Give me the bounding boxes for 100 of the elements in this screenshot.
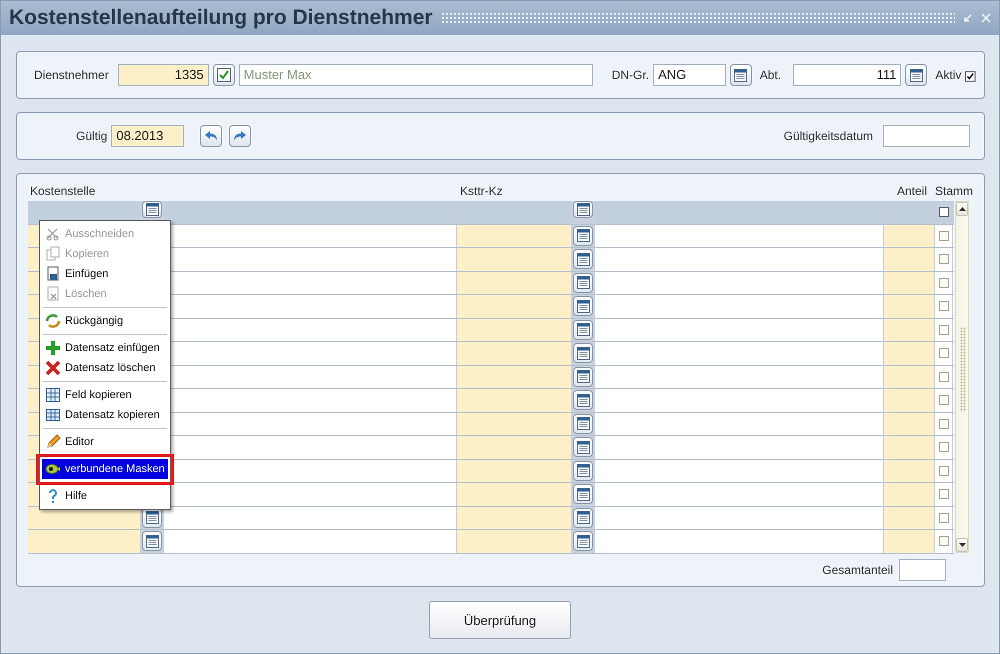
checkbox[interactable] (938, 230, 948, 241)
lookup-button[interactable] (730, 64, 752, 86)
down-triangle-icon (958, 543, 966, 547)
menu-item[interactable]: Feld kopieren (42, 385, 168, 405)
back-button[interactable] (200, 125, 222, 147)
cost-unit-field[interactable] (457, 460, 572, 482)
share-field[interactable] (884, 224, 935, 247)
confirm-button[interactable] (212, 64, 235, 86)
list-icon (576, 394, 590, 407)
share-field[interactable] (884, 436, 935, 458)
checkbox[interactable] (938, 278, 948, 288)
checkbox[interactable] (938, 466, 948, 476)
lookup-button[interactable] (573, 320, 593, 340)
scroll-up-button[interactable] (956, 202, 968, 216)
total-share-field[interactable] (899, 558, 946, 580)
cost-unit-field[interactable] (457, 506, 572, 529)
close-icon[interactable] (981, 13, 991, 23)
checkbox[interactable] (938, 207, 948, 218)
menu-item[interactable]: Datensatz löschen (42, 358, 168, 378)
menu-item[interactable]: Rückgängig (42, 311, 168, 331)
lookup-button[interactable] (573, 484, 593, 504)
employee-number-field[interactable]: 1335 (118, 64, 209, 86)
lookup-button[interactable] (573, 366, 593, 387)
lookup-button[interactable] (905, 64, 928, 86)
column-header: Kostenstelle (30, 184, 96, 198)
share-field[interactable] (884, 483, 935, 506)
share-field[interactable] (884, 318, 935, 341)
lookup-button[interactable] (142, 201, 162, 218)
cost-unit-field[interactable] (457, 530, 572, 552)
lookup-button[interactable] (573, 508, 593, 528)
cost-unit-field[interactable] (457, 248, 572, 270)
checkbox[interactable] (938, 301, 948, 312)
checkbox[interactable] (938, 489, 948, 500)
checkbox[interactable] (938, 512, 948, 523)
lookup-button[interactable] (573, 226, 593, 246)
lookup-button[interactable] (573, 460, 593, 481)
menu-item[interactable]: Hilfe (42, 486, 168, 506)
share-field[interactable] (884, 389, 935, 412)
lookup-button[interactable] (142, 531, 162, 552)
cost-unit-field[interactable] (457, 318, 572, 341)
group-field[interactable]: ANG (653, 64, 726, 86)
cost-unit-field[interactable] (457, 366, 572, 388)
share-field[interactable] (884, 248, 935, 270)
lookup-button[interactable] (573, 390, 593, 410)
department-field[interactable]: 111 (793, 64, 902, 86)
share-field[interactable] (884, 342, 935, 364)
list-icon (576, 464, 590, 478)
lookup-button[interactable] (573, 249, 593, 270)
share-field[interactable] (884, 295, 935, 318)
cost-center-field[interactable] (28, 530, 141, 552)
cost-unit-field[interactable] (457, 342, 572, 364)
window-title: Kostenstellenaufteilung pro Dienstnehmer (9, 6, 433, 30)
undo-icon (45, 313, 61, 329)
period-field[interactable]: 08.2013 (111, 125, 184, 147)
checkbox[interactable] (938, 372, 948, 382)
menu-item[interactable]: Editor (42, 432, 168, 452)
menu-item[interactable]: Datensatz einfügen (42, 338, 168, 358)
cost-unit-field[interactable] (457, 272, 572, 294)
check-button[interactable]: Überprüfung (429, 601, 571, 639)
lookup-button[interactable] (573, 201, 593, 218)
checkbox[interactable] (938, 254, 948, 264)
checkbox[interactable] (938, 418, 948, 429)
share-field[interactable] (884, 460, 935, 482)
menu-item[interactable]: Datensatz kopieren (42, 405, 168, 425)
cost-unit-field[interactable] (457, 436, 572, 458)
cost-unit-field[interactable] (457, 412, 572, 435)
lookup-button[interactable] (573, 343, 593, 364)
lookup-button[interactable] (573, 296, 593, 316)
checkbox[interactable] (938, 442, 948, 452)
table-icon (45, 407, 61, 423)
cost-unit-field[interactable] (457, 483, 572, 506)
validity-date-field[interactable] (883, 125, 970, 147)
cost-unit-field[interactable] (457, 224, 572, 247)
share-field[interactable] (884, 366, 935, 388)
forward-button[interactable] (229, 125, 252, 147)
cost-unit-field[interactable] (457, 295, 572, 318)
eye-icon (45, 461, 61, 477)
share-field[interactable] (884, 272, 935, 294)
lookup-button[interactable] (573, 272, 593, 293)
column-header: Stamm (934, 184, 973, 198)
menu-item[interactable]: verbundene Masken (42, 459, 168, 479)
checkbox[interactable] (938, 395, 948, 406)
list-icon (576, 534, 590, 548)
restore-icon[interactable] (963, 13, 973, 23)
share-field[interactable] (884, 412, 935, 435)
scroll-down-button[interactable] (956, 538, 968, 552)
share-field[interactable] (884, 530, 935, 552)
lookup-button[interactable] (573, 531, 593, 552)
active-checkbox[interactable] (965, 71, 976, 82)
checkbox[interactable] (938, 324, 948, 335)
scissors-icon (45, 226, 61, 242)
scrollbar-grip[interactable] (960, 327, 966, 412)
share-field[interactable] (884, 506, 935, 529)
list-icon (576, 252, 590, 266)
checkbox[interactable] (938, 348, 948, 358)
lookup-button[interactable] (573, 414, 593, 434)
cost-unit-field[interactable] (457, 389, 572, 412)
menu-item[interactable]: Einfügen (42, 264, 168, 284)
lookup-button[interactable] (573, 437, 593, 458)
checkbox[interactable] (938, 536, 948, 546)
